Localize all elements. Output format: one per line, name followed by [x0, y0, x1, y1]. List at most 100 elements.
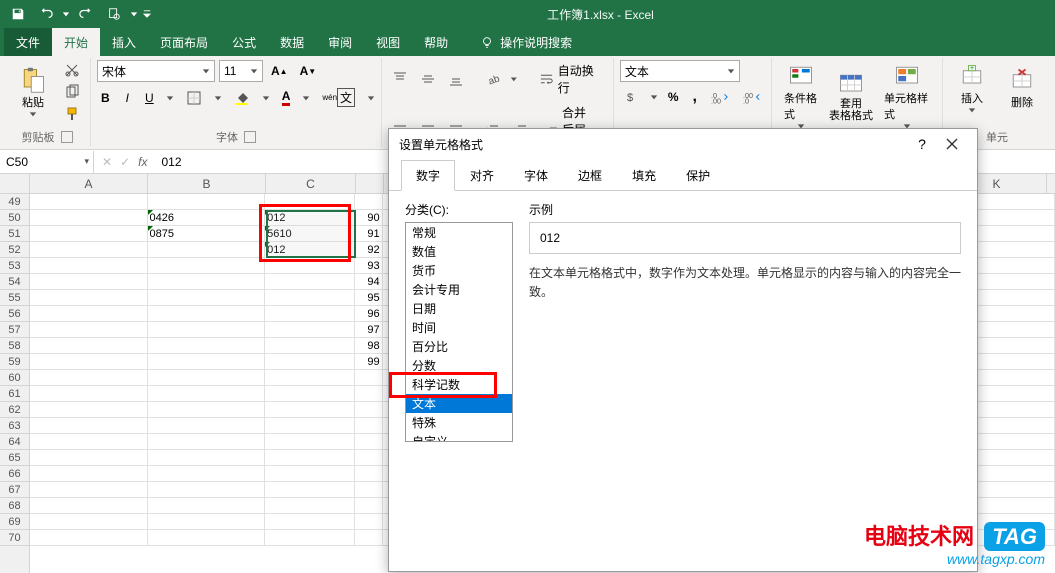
dialog-tab[interactable]: 边框 [563, 160, 617, 191]
row-header[interactable]: 57 [0, 322, 29, 338]
close-button[interactable] [937, 129, 967, 159]
font-size-combo[interactable]: 11 [219, 60, 263, 82]
chevron-down-icon[interactable] [166, 94, 174, 102]
tab-review[interactable]: 审阅 [316, 28, 364, 56]
cell[interactable] [265, 482, 355, 498]
cell[interactable] [265, 514, 355, 530]
enter-formula-button[interactable]: ✓ [120, 155, 130, 169]
cell[interactable] [30, 498, 148, 514]
cell[interactable] [355, 482, 383, 498]
category-item[interactable]: 科学记数 [406, 375, 512, 394]
cell[interactable]: 91 [355, 226, 383, 242]
cell[interactable] [30, 466, 148, 482]
cell[interactable] [265, 530, 355, 546]
cell[interactable] [30, 402, 148, 418]
font-color-button[interactable]: A [278, 87, 295, 108]
chevron-down-icon[interactable] [367, 94, 375, 102]
cell[interactable] [148, 386, 266, 402]
underline-button[interactable]: U [141, 89, 158, 107]
cell[interactable] [265, 306, 355, 322]
increase-decimal-button[interactable]: .0.00 [707, 88, 733, 106]
cell[interactable] [30, 418, 148, 434]
cancel-formula-button[interactable]: ✕ [102, 155, 112, 169]
dialog-tab[interactable]: 填充 [617, 160, 671, 191]
dialog-tab[interactable]: 字体 [509, 160, 563, 191]
cell[interactable] [30, 242, 148, 258]
row-header[interactable]: 69 [0, 514, 29, 530]
cell[interactable] [355, 434, 383, 450]
cell[interactable] [148, 402, 266, 418]
row-header[interactable]: 67 [0, 482, 29, 498]
cell[interactable] [148, 434, 266, 450]
cell[interactable]: 96 [355, 306, 383, 322]
help-button[interactable]: ? [907, 129, 937, 159]
tab-insert[interactable]: 插入 [100, 28, 148, 56]
cell[interactable] [355, 514, 383, 530]
cell[interactable]: 94 [355, 274, 383, 290]
category-item[interactable]: 自定义 [406, 432, 512, 442]
cell[interactable] [30, 226, 148, 242]
wrap-text-button[interactable]: 自动换行 [535, 60, 607, 98]
cell[interactable] [148, 418, 266, 434]
fill-color-button[interactable] [230, 88, 254, 108]
cell[interactable] [265, 354, 355, 370]
cell[interactable] [148, 338, 266, 354]
undo-dropdown-icon[interactable] [62, 10, 70, 18]
category-item[interactable]: 常规 [406, 223, 512, 242]
row-header[interactable]: 64 [0, 434, 29, 450]
number-format-combo[interactable]: 文本 [620, 60, 740, 82]
category-item[interactable]: 特殊 [406, 413, 512, 432]
row-header[interactable]: 55 [0, 290, 29, 306]
cell[interactable] [355, 386, 383, 402]
cell[interactable] [30, 322, 148, 338]
cell[interactable] [265, 386, 355, 402]
cell[interactable] [148, 370, 266, 386]
border-button[interactable] [182, 88, 206, 108]
row-header[interactable]: 65 [0, 450, 29, 466]
cell[interactable] [148, 450, 266, 466]
column-header[interactable]: B [148, 174, 266, 193]
cell[interactable] [148, 482, 266, 498]
cell[interactable]: 012 [265, 242, 355, 258]
cell[interactable] [30, 338, 148, 354]
cell[interactable]: 0426 [148, 210, 266, 226]
cell[interactable] [265, 466, 355, 482]
bold-button[interactable]: B [97, 89, 114, 107]
chevron-down-icon[interactable] [510, 75, 518, 83]
dialog-tab[interactable]: 对齐 [455, 160, 509, 191]
select-all-corner[interactable] [0, 174, 30, 194]
cell[interactable]: 012 [265, 210, 355, 226]
cell[interactable] [355, 418, 383, 434]
cell[interactable] [30, 450, 148, 466]
cell[interactable] [30, 354, 148, 370]
clipboard-dialog-launcher[interactable] [61, 131, 73, 143]
cell[interactable]: 5610 [265, 226, 355, 242]
cell[interactable] [148, 498, 266, 514]
save-icon[interactable] [6, 3, 30, 25]
row-header[interactable]: 52 [0, 242, 29, 258]
cell[interactable] [148, 514, 266, 530]
cell[interactable] [265, 402, 355, 418]
row-header[interactable]: 60 [0, 370, 29, 386]
cell[interactable] [265, 258, 355, 274]
cell[interactable] [355, 402, 383, 418]
decrease-font-button[interactable]: A▼ [296, 62, 321, 80]
cell[interactable] [30, 290, 148, 306]
cell[interactable] [265, 434, 355, 450]
cell[interactable] [148, 306, 266, 322]
category-item[interactable]: 分数 [406, 356, 512, 375]
cell[interactable] [355, 530, 383, 546]
cell[interactable] [265, 498, 355, 514]
category-item[interactable]: 时间 [406, 318, 512, 337]
row-header[interactable]: 58 [0, 338, 29, 354]
cell[interactable] [30, 370, 148, 386]
cell[interactable]: 98 [355, 338, 383, 354]
align-top-button[interactable] [388, 69, 412, 89]
cell[interactable] [265, 194, 355, 210]
row-header[interactable]: 61 [0, 386, 29, 402]
cell[interactable]: 99 [355, 354, 383, 370]
cut-button[interactable] [60, 60, 84, 80]
cell[interactable] [30, 482, 148, 498]
copy-button[interactable] [60, 82, 84, 102]
qat-more-icon[interactable] [142, 3, 152, 25]
